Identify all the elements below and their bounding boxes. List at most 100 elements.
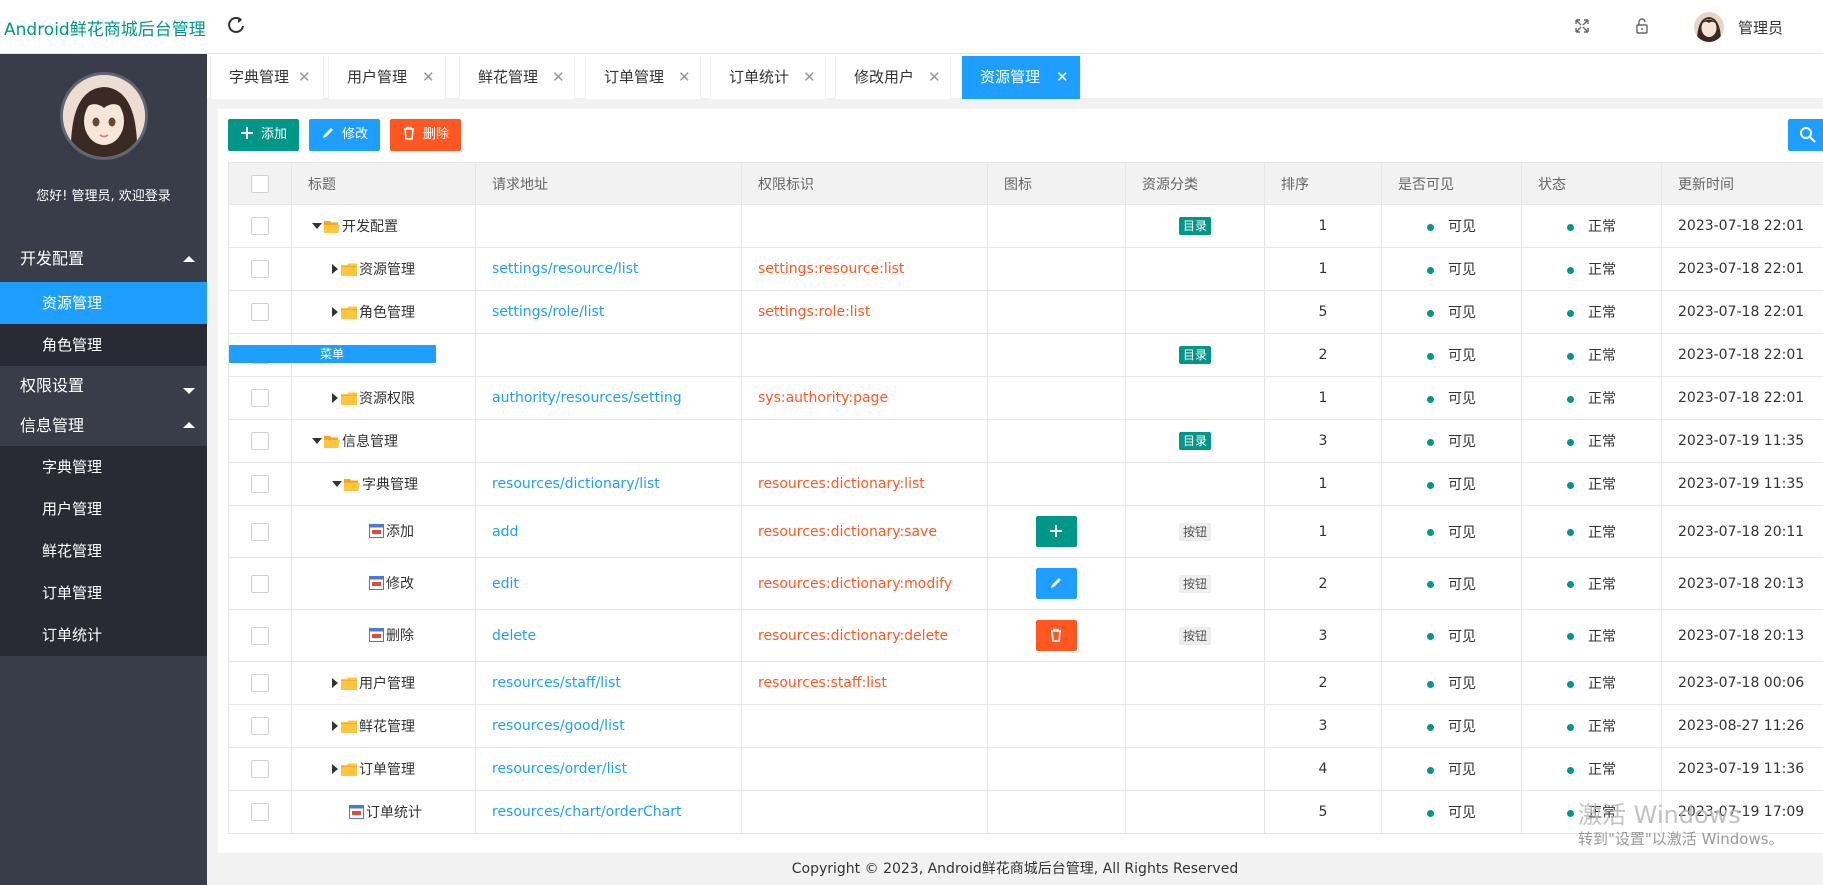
table-row[interactable]: 用户管理 resources/staff/list resources:staff:…	[228, 344, 1823, 705]
cell-updated: 2023-07-18 22:01	[1661, 247, 1823, 291]
header-status[interactable]: 状态	[1521, 162, 1662, 205]
status-dot	[1427, 266, 1434, 274]
cell-type: 菜单	[228, 344, 1265, 506]
table-row[interactable]: 资源权限 authority/resources/setting sys:autho…	[228, 344, 1823, 420]
expand-toggle-icon[interactable]	[332, 721, 338, 731]
status-dot	[1427, 581, 1434, 588]
expand-toggle-icon[interactable]	[332, 264, 338, 274]
row-title: 删除	[386, 628, 414, 644]
type-badge: 按钮	[1178, 626, 1211, 645]
collapse-toggle-icon[interactable]	[312, 223, 322, 229]
sidebar-item-dictionary[interactable]: 字典管理	[0, 446, 207, 488]
sidebar-group-dev-config[interactable]: 开发配置	[0, 236, 207, 282]
row-checkbox[interactable]	[251, 432, 269, 450]
header-type[interactable]: 资源分类	[1125, 162, 1265, 205]
header-updated[interactable]: 更新时间	[1661, 162, 1823, 205]
cell-url: resources/staff/list	[475, 661, 742, 705]
tab-resource[interactable]: 资源管理 ✕	[961, 56, 1081, 99]
row-checkbox[interactable]	[251, 475, 269, 493]
row-title: 资源权限	[359, 391, 415, 407]
sidebar-item-flower[interactable]: 鲜花管理	[0, 530, 207, 572]
expand-toggle-icon[interactable]	[332, 393, 338, 403]
sidebar-item-order-stats[interactable]: 订单统计	[0, 614, 207, 656]
sidebar-group-info[interactable]: 信息管理	[0, 406, 207, 446]
tab-dictionary[interactable]: 字典管理 ✕	[210, 56, 324, 99]
row-checkbox[interactable]	[251, 574, 269, 593]
row-checkbox[interactable]	[251, 217, 269, 235]
header-visible[interactable]: 是否可见	[1381, 162, 1522, 205]
header-username[interactable]: 管理员	[1738, 17, 1783, 38]
table-row[interactable]: 开发配置 目录 1 可见 正常 2023-07-18 22:01	[228, 204, 1823, 248]
row-checkbox[interactable]	[251, 803, 269, 821]
row-checkbox[interactable]	[251, 626, 269, 645]
tab-edit-user[interactable]: 修改用户 ✕	[835, 56, 951, 99]
expand-toggle-icon[interactable]	[332, 764, 338, 774]
collapse-toggle-icon[interactable]	[312, 438, 322, 444]
cell-type: 按钮	[1125, 557, 1265, 610]
tab-flower[interactable]: 鲜花管理 ✕	[459, 56, 575, 99]
header-title[interactable]: 标题	[291, 162, 476, 205]
row-checkbox[interactable]	[251, 760, 269, 778]
sidebar-item-order[interactable]: 订单管理	[0, 572, 207, 614]
close-icon[interactable]: ✕	[552, 56, 565, 99]
close-icon[interactable]: ✕	[422, 56, 435, 99]
cell-sort: 5	[1264, 290, 1382, 334]
edit-button[interactable]: 修改	[309, 119, 380, 151]
cell-url	[475, 333, 742, 377]
table-row[interactable]: 删除 delete resources:dictionary:delete 按钮 3 可见…	[228, 609, 1823, 662]
cell-url: resources/good/list	[475, 704, 742, 748]
sidebar-item-resource[interactable]: 资源管理	[0, 282, 207, 324]
header-url[interactable]: 请求地址	[475, 162, 742, 205]
close-icon[interactable]: ✕	[928, 56, 941, 99]
fullscreen-icon[interactable]	[1572, 16, 1592, 36]
row-checkbox[interactable]	[251, 522, 269, 541]
header-permission[interactable]: 权限标识	[741, 162, 988, 205]
cell-type: 按钮	[1125, 609, 1265, 662]
close-icon[interactable]: ✕	[1056, 56, 1069, 99]
cell-sort: 3	[1264, 704, 1382, 748]
cell-visible: 可见	[1381, 609, 1522, 662]
add-button[interactable]: 添加	[228, 119, 299, 151]
search-button[interactable]	[1788, 119, 1823, 151]
header-sort[interactable]: 排序	[1264, 162, 1382, 205]
tab-user[interactable]: 用户管理 ✕	[328, 56, 446, 99]
close-icon[interactable]: ✕	[803, 56, 816, 99]
visible-text: 可见	[1448, 762, 1476, 778]
app-title[interactable]: Android鲜花商城后台管理	[4, 15, 206, 40]
table-row[interactable]: 订单管理resources/order/list菜单4可见正常2023-07-1…	[228, 344, 1823, 791]
table-row[interactable]: 修改 edit resources:dictionary:modify 按钮 2 可见 正常…	[228, 557, 1823, 610]
sidebar-item-user[interactable]: 用户管理	[0, 488, 207, 530]
row-checkbox[interactable]	[251, 674, 269, 692]
table-row[interactable]: 权限设置目录2可见正常2023-07-18 22:01	[228, 333, 1823, 377]
select-all-checkbox[interactable]	[251, 174, 269, 193]
table-row[interactable]: 角色管理 settings/role/list settings:role:list…	[228, 290, 1823, 363]
lock-icon[interactable]	[1632, 16, 1652, 36]
tab-order[interactable]: 订单管理 ✕	[585, 56, 701, 99]
row-title: 用户管理	[359, 676, 415, 692]
refresh-icon[interactable]	[226, 15, 246, 35]
windows-watermark-subtitle: 转到"设置"以激活 Windows。	[1578, 830, 1784, 848]
expand-toggle-icon[interactable]	[332, 678, 338, 688]
row-checkbox[interactable]	[251, 303, 269, 321]
trash-icon	[404, 126, 414, 140]
close-icon[interactable]: ✕	[298, 56, 311, 99]
tab-order-stats[interactable]: 订单统计 ✕	[710, 56, 826, 99]
windows-watermark-title: 激活 Windows	[1578, 801, 1741, 829]
header-icon[interactable]: 图标	[987, 162, 1126, 205]
delete-button[interactable]: 删除	[390, 119, 461, 151]
table-row[interactable]: 鲜花管理resources/good/list菜单3可见正常2023-08-27…	[228, 344, 1823, 748]
header-avatar[interactable]	[1694, 12, 1724, 42]
cell-type: 目录	[1125, 419, 1265, 463]
table-row[interactable]: 添加 add resources:dictionary:save 按钮 1 可见 正常 202…	[228, 505, 1823, 558]
table-row[interactable]: 信息管理 目录 3 可见 正常 2023-07-19 11:35	[228, 419, 1823, 463]
expand-toggle-icon[interactable]	[332, 307, 338, 317]
table-row[interactable]: 资源管理 settings/resource/list settings:resou…	[228, 247, 1823, 363]
table-row[interactable]: 字典管理 resources/dictionary/list resources:d…	[228, 344, 1823, 506]
close-icon[interactable]: ✕	[678, 56, 691, 99]
row-checkbox[interactable]	[251, 389, 269, 407]
collapse-toggle-icon[interactable]	[332, 481, 342, 487]
row-checkbox[interactable]	[251, 260, 269, 278]
row-checkbox[interactable]	[251, 717, 269, 735]
sidebar-group-permission[interactable]: 权限设置	[0, 366, 207, 406]
sidebar-item-role[interactable]: 角色管理	[0, 324, 207, 366]
